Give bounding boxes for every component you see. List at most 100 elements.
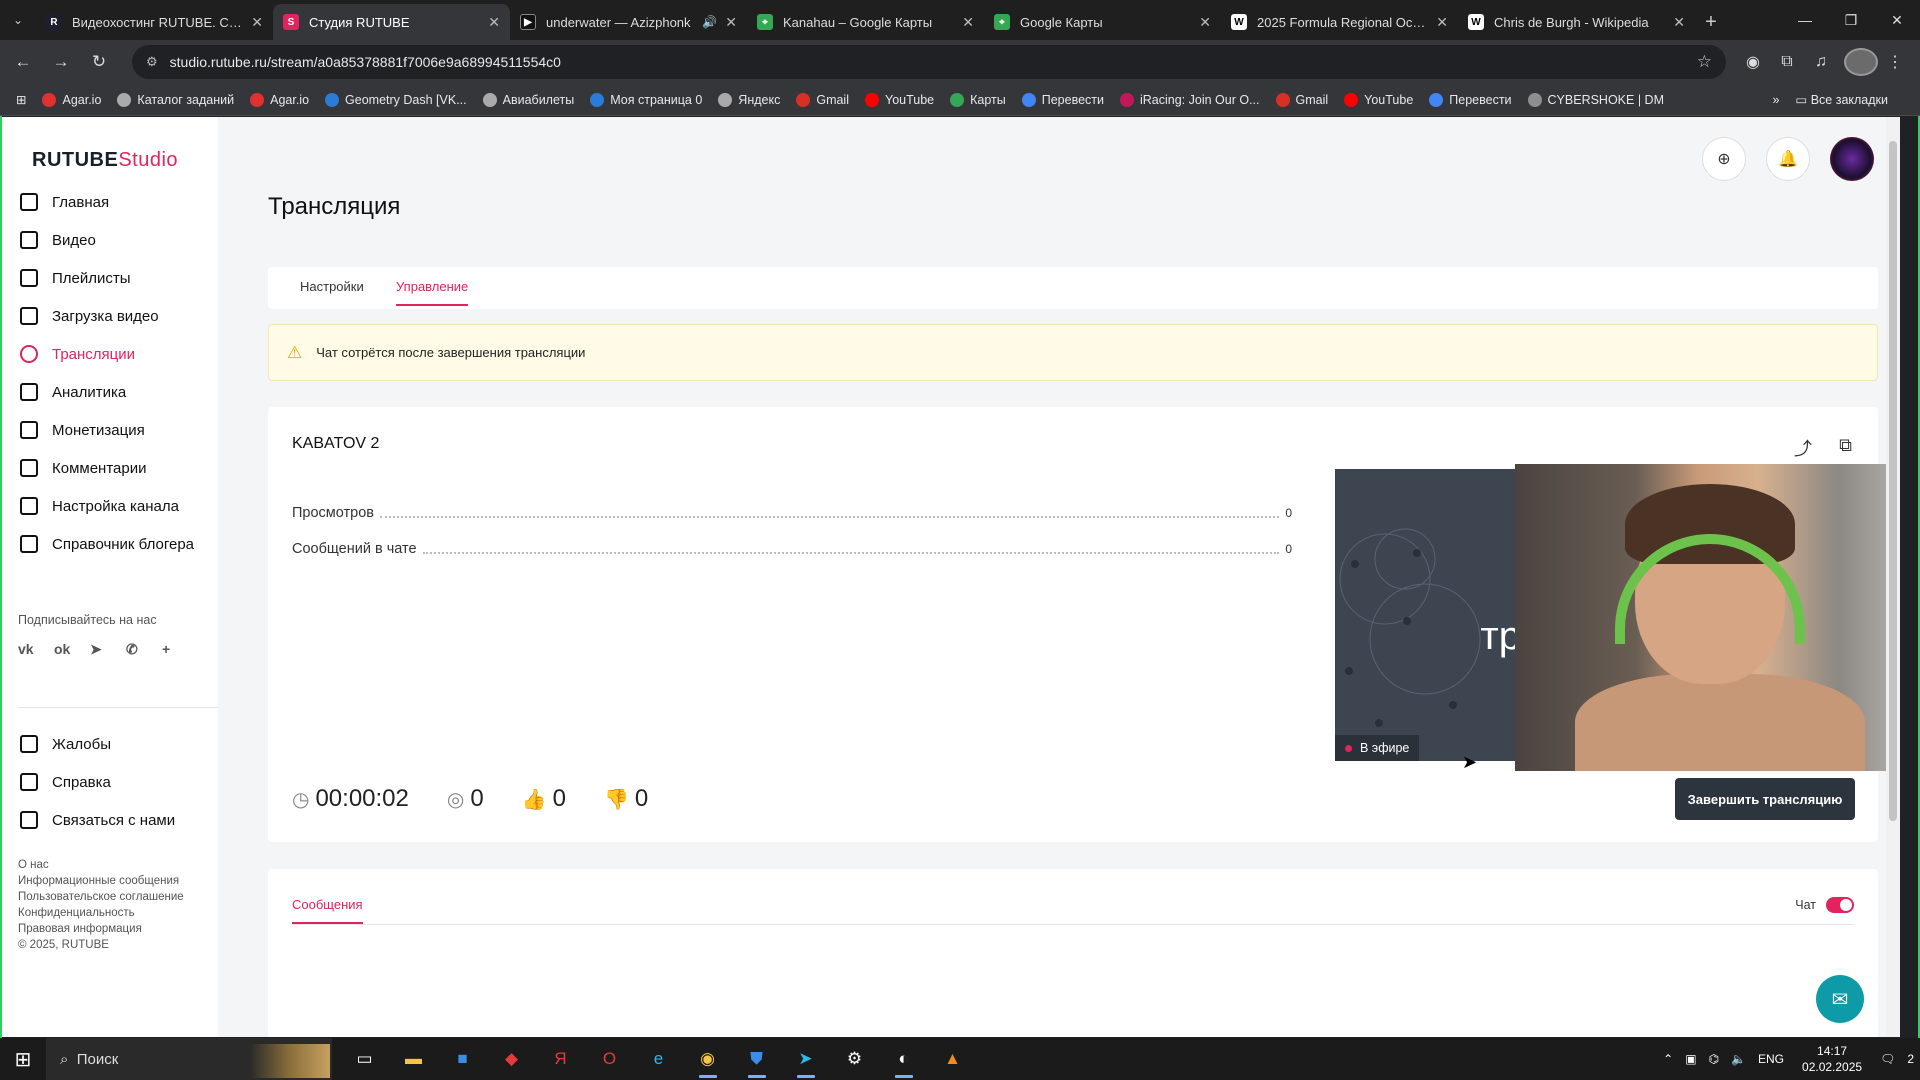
minimize-icon[interactable]: — xyxy=(1782,0,1828,40)
back-icon[interactable]: ← xyxy=(8,47,38,77)
forward-icon[interactable]: → xyxy=(46,47,76,77)
bookmark-star-icon[interactable]: ☆ xyxy=(1697,52,1712,72)
bookmark-item[interactable]: Gmail xyxy=(1275,92,1328,107)
address-bar[interactable]: ⚙ studio.rutube.ru/stream/a0a85378881f70… xyxy=(132,45,1726,79)
share-icon[interactable]: ⤴ xyxy=(1772,435,1812,461)
site-info-icon[interactable]: ⚙ xyxy=(146,54,158,70)
reload-icon[interactable]: ↻ xyxy=(84,47,114,77)
sidebar-item[interactable]: Аналитика xyxy=(20,373,216,411)
add-icon[interactable]: ⊕ xyxy=(1702,137,1746,181)
windows-start-icon[interactable]: ⊞ xyxy=(0,1038,46,1080)
media-control-icon[interactable]: ♫ xyxy=(1804,53,1838,71)
incognito-icon[interactable]: ◉ xyxy=(1736,52,1770,72)
edge-icon[interactable]: e xyxy=(634,1038,683,1080)
close-icon[interactable]: ✕ xyxy=(725,14,737,31)
tab-rutube-studio[interactable]: S Студия RUTUBE ✕ xyxy=(273,4,510,40)
store-icon[interactable]: ■ xyxy=(438,1038,487,1080)
sidebar-item[interactable]: Связаться с нами xyxy=(20,801,216,839)
bookmark-item[interactable]: YouTube xyxy=(865,92,934,107)
sidebar-item[interactable]: Видео xyxy=(20,221,216,259)
close-icon[interactable]: ✕ xyxy=(488,14,500,31)
bookmark-item[interactable]: Яндекс xyxy=(718,92,780,107)
close-icon[interactable]: ✕ xyxy=(1673,14,1685,31)
sidebar-item[interactable]: Справочник блогера xyxy=(20,525,216,563)
tab-management[interactable]: Управление xyxy=(396,279,469,306)
bookmark-item[interactable]: Каталог заданий xyxy=(117,92,234,107)
bookmark-item[interactable]: CYBERSHOKE | DM xyxy=(1527,92,1664,107)
footer-link[interactable]: Пользовательское соглашение xyxy=(18,889,184,905)
bell-icon[interactable]: 🔔 xyxy=(1766,137,1810,181)
meet-now-icon[interactable]: ▣ xyxy=(1685,1052,1696,1066)
profile-avatar[interactable] xyxy=(1844,48,1878,76)
ok-icon[interactable]: ok xyxy=(54,641,90,665)
user-avatar[interactable] xyxy=(1830,137,1874,181)
bookmark-item[interactable]: Авиабилеты xyxy=(482,92,574,107)
opera-icon[interactable]: O xyxy=(585,1038,634,1080)
webcam-overlay[interactable] xyxy=(1515,464,1900,771)
notification-center-icon[interactable]: 🗨 xyxy=(1880,1052,1895,1066)
sidebar-item[interactable]: Трансляции xyxy=(20,335,216,373)
task-view-icon[interactable]: ▭ xyxy=(340,1038,389,1080)
footer-link[interactable]: Информационные сообщения xyxy=(18,873,184,889)
bookmark-item[interactable]: Перевести xyxy=(1021,92,1104,107)
page-scrollbar[interactable] xyxy=(1886,117,1900,1037)
bookmark-item[interactable]: Agar.io xyxy=(250,92,309,107)
tab-search-icon[interactable]: ⌄ xyxy=(0,0,36,40)
extensions-icon[interactable]: ⧉ xyxy=(1770,53,1804,71)
bookmark-item[interactable]: Agar.io xyxy=(42,92,101,107)
close-icon[interactable]: ✕ xyxy=(1199,14,1211,31)
sidebar-item[interactable]: Главная xyxy=(20,183,216,221)
bookmark-item[interactable]: YouTube xyxy=(1344,92,1413,107)
restore-icon[interactable]: ❐ xyxy=(1828,0,1874,40)
sidebar-item[interactable]: Комментарии xyxy=(20,449,216,487)
bookmark-item[interactable]: Карты xyxy=(950,92,1006,107)
sidebar-item[interactable]: Настройка канала xyxy=(20,487,216,525)
shield-icon[interactable]: ⛊ xyxy=(732,1038,781,1080)
speaker-icon[interactable]: 🔊 xyxy=(702,15,717,29)
obs-icon[interactable]: ◐ xyxy=(879,1038,928,1080)
footer-link[interactable]: Правовая информация xyxy=(18,921,184,937)
network-icon[interactable]: ⌬ xyxy=(1709,1052,1719,1066)
close-icon[interactable]: ✕ xyxy=(251,14,263,31)
viber-icon[interactable]: ✆ xyxy=(126,641,162,665)
bookmark-item[interactable]: Geometry Dash [VK... xyxy=(325,92,467,107)
tab-underwater[interactable]: ▶ underwater — Azizphonk 🔊 ✕ xyxy=(510,4,747,40)
stream-preview[interactable]: тр В эфире xyxy=(1335,469,1515,761)
telegram-app-icon[interactable]: ➤ xyxy=(781,1038,830,1080)
close-window-icon[interactable]: ✕ xyxy=(1874,0,1920,40)
bookmark-item[interactable]: iRacing: Join Our O... xyxy=(1120,92,1260,107)
taskbar-search[interactable]: ⌕ Поиск xyxy=(46,1038,332,1080)
bookmark-item[interactable]: Перевести xyxy=(1429,92,1512,107)
language-indicator[interactable]: ENG xyxy=(1758,1052,1784,1066)
close-icon[interactable]: ✕ xyxy=(962,14,974,31)
apps-grid-icon[interactable]: ⊞ xyxy=(16,92,26,107)
chrome-icon[interactable]: ◉ xyxy=(683,1038,732,1080)
support-chat-button[interactable]: ✉ xyxy=(1816,975,1864,1023)
sidebar-item[interactable]: Монетизация xyxy=(20,411,216,449)
more-icon[interactable]: + xyxy=(162,641,198,665)
volume-icon[interactable]: 🔈 xyxy=(1731,1052,1746,1066)
bookmark-item[interactable]: Gmail xyxy=(796,92,849,107)
bookmark-item[interactable]: Моя страница 0 xyxy=(590,92,702,107)
vlc-icon[interactable]: ▲ xyxy=(928,1038,977,1080)
sidebar-item[interactable]: Жалобы xyxy=(20,725,216,763)
external-link-icon[interactable]: ⧉ xyxy=(1812,435,1852,461)
end-stream-button[interactable]: Завершить трансляцию xyxy=(1675,778,1855,820)
footer-link[interactable]: О нас xyxy=(18,857,184,873)
chat-toggle[interactable] xyxy=(1826,897,1854,913)
telegram-icon[interactable]: ➤ xyxy=(90,641,126,665)
file-explorer-icon[interactable]: ▬ xyxy=(389,1038,438,1080)
tab-chris-de-burgh[interactable]: W Chris de Burgh - Wikipedia ✕ xyxy=(1458,4,1695,40)
new-tab-button[interactable]: + xyxy=(1695,4,1727,40)
tab-settings[interactable]: Настройки xyxy=(300,279,364,294)
sidebar-item[interactable]: Загрузка видео xyxy=(20,297,216,335)
sidebar-item[interactable]: Плейлисты xyxy=(20,259,216,297)
rutube-studio-logo[interactable]: RUTUBEStudio xyxy=(32,149,178,172)
sidebar-item[interactable]: Справка xyxy=(20,763,216,801)
tab-kanahau-maps[interactable]: ⌖ Kanahau – Google Карты ✕ xyxy=(747,4,984,40)
tab-messages[interactable]: Сообщения xyxy=(292,897,363,924)
yandex-browser-icon[interactable]: Я xyxy=(536,1038,585,1080)
more-bookmarks-icon[interactable]: » xyxy=(1772,93,1779,107)
tab-rutube[interactable]: R Видеохостинг RUTUBE. Смотрите ✕ xyxy=(36,4,273,40)
tab-formula-regional[interactable]: W 2025 Formula Regional Oceania ✕ xyxy=(1221,4,1458,40)
